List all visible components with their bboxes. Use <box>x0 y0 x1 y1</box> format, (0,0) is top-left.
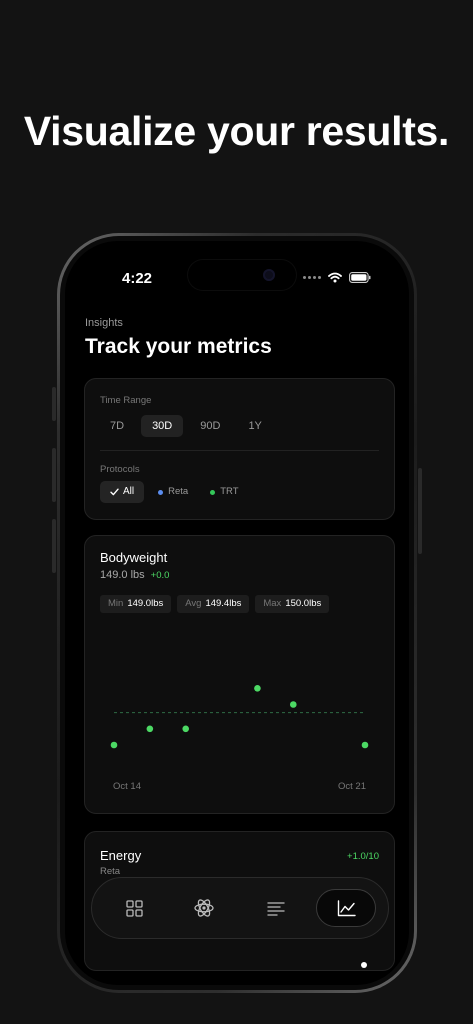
bodyweight-summary: 149.0 lbs +0.0 <box>100 569 169 581</box>
list-icon <box>267 901 285 916</box>
wifi-icon <box>328 272 342 283</box>
protocol-all-chip[interactable]: All <box>100 481 145 503</box>
stat-max-key: Max <box>263 598 282 609</box>
phone-frame: 4:22 Insights Track your metrics Time Ra… <box>57 233 417 993</box>
dynamic-island <box>188 260 296 290</box>
page-title: Track your metrics <box>85 335 272 358</box>
x-tick-label: Oct 21 <box>338 781 366 792</box>
marketing-headline: Visualize your results. <box>23 108 450 154</box>
filters-card: Time Range 7D 30D 90D 1Y Protocols All R… <box>84 378 395 520</box>
time-range-label: Time Range <box>100 395 152 406</box>
bodyweight-value: 149.0 lbs <box>100 569 145 581</box>
cellular-signal-icon <box>303 276 321 279</box>
energy-delta: +1.0/10 <box>347 851 379 862</box>
volume-down-button <box>52 519 56 573</box>
action-button <box>52 387 56 421</box>
status-time: 4:22 <box>122 270 153 287</box>
stat-min-value: 149.0lbs <box>127 598 164 609</box>
stat-avg: Avg 149.4lbs <box>177 595 250 613</box>
camera-icon <box>263 269 275 281</box>
status-icons <box>303 272 371 283</box>
tab-protocols[interactable] <box>182 887 226 929</box>
range-7d-button[interactable]: 7D <box>99 415 135 437</box>
stat-avg-value: 149.4lbs <box>205 598 242 609</box>
trt-color-dot <box>210 489 216 495</box>
chart-line-icon <box>337 899 356 916</box>
energy-title: Energy <box>100 848 142 863</box>
x-tick-label: Oct 14 <box>113 781 141 792</box>
checkmark-icon <box>110 488 119 496</box>
data-point <box>361 741 369 749</box>
reta-color-dot <box>158 489 164 495</box>
range-30d-button[interactable]: 30D <box>141 415 184 437</box>
app-store-screenshot: Visualize your results. 4:22 Insights Tr… <box>0 0 473 1024</box>
stat-max-value: 150.0lbs <box>285 598 322 609</box>
tab-insights[interactable] <box>316 889 376 927</box>
protocol-reta-label: Reta <box>168 486 189 497</box>
data-point <box>146 725 154 733</box>
range-90d-button[interactable]: 90D <box>189 415 231 437</box>
divider <box>100 450 379 451</box>
energy-protocol: Reta <box>100 866 121 877</box>
bodyweight-title: Bodyweight <box>100 550 168 565</box>
power-button <box>418 468 422 554</box>
range-1y-button[interactable]: 1Y <box>237 415 272 437</box>
tab-bar <box>91 877 389 939</box>
protocol-reta-chip[interactable]: Reta <box>150 481 196 503</box>
grid-icon <box>125 899 143 917</box>
bodyweight-delta: +0.0 <box>150 570 170 581</box>
tab-log[interactable] <box>254 887 298 929</box>
protocol-trt-chip[interactable]: TRT <box>202 481 246 503</box>
stat-max: Max 150.0lbs <box>255 595 330 613</box>
data-point <box>182 725 190 733</box>
battery-icon <box>349 272 371 283</box>
tab-dashboard[interactable] <box>112 887 156 929</box>
section-label: Insights <box>85 317 123 329</box>
protocol-filter: All Reta TRT <box>100 481 247 503</box>
bodyweight-stats: Min 149.0lbs Avg 149.4lbs Max 150.0lbs <box>100 595 330 613</box>
protocol-trt-label: TRT <box>220 486 239 497</box>
page-indicator-dot <box>361 962 367 968</box>
stat-avg-key: Avg <box>185 598 202 609</box>
time-range-selector: 7D 30D 90D 1Y <box>99 415 273 437</box>
atom-icon <box>194 899 214 917</box>
phone-screen: 4:22 Insights Track your metrics Time Ra… <box>65 241 409 985</box>
volume-up-button <box>52 448 56 502</box>
protocols-label: Protocols <box>100 464 140 475</box>
protocol-all-label: All <box>123 486 135 497</box>
stat-min-key: Min <box>108 598 124 609</box>
bodyweight-chart: Oct 14 Oct 21 <box>100 618 383 798</box>
stat-min: Min 149.0lbs <box>100 595 172 613</box>
data-point <box>110 741 118 749</box>
bodyweight-scatter-plot: Oct 14 Oct 21 <box>110 685 369 792</box>
bodyweight-card[interactable]: Bodyweight 149.0 lbs +0.0 Min 149.0lbs Av… <box>84 535 395 814</box>
data-point <box>254 685 261 692</box>
data-point <box>289 701 297 708</box>
phone-bezel: 4:22 Insights Track your metrics Time Ra… <box>60 236 414 990</box>
